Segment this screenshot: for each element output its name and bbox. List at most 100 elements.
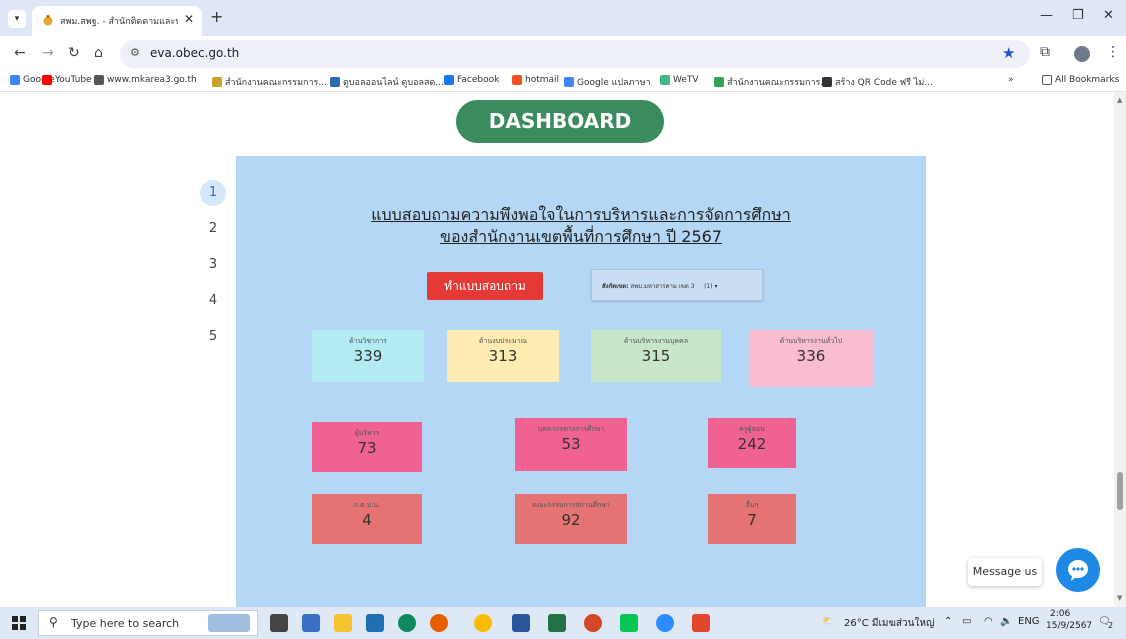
bookmark-favicon-icon — [330, 77, 340, 87]
input-language[interactable]: ENG — [1018, 616, 1040, 627]
windows-start-icon[interactable] — [12, 616, 26, 630]
messenger-chat-button[interactable] — [1056, 548, 1100, 592]
card-label: อื่นๆ — [745, 501, 759, 509]
forward-icon[interactable]: → — [42, 45, 54, 61]
card-value: 73 — [357, 439, 377, 457]
message-us-label[interactable]: Message us — [968, 558, 1042, 586]
bookmark-label: www.mkarea3.go.th — [107, 75, 197, 85]
bookmark-item[interactable]: WeTV — [660, 75, 699, 85]
clock-time[interactable]: 2:06 — [1050, 609, 1070, 619]
dashboard-button[interactable]: DASHBOARD — [456, 100, 664, 143]
card-label: ครูผู้สอน — [739, 425, 765, 433]
bookmark-label: Facebook — [457, 75, 500, 85]
tab-list-button[interactable]: ▾ — [8, 10, 26, 28]
home-icon[interactable]: ⌂ — [94, 45, 103, 61]
scroll-up-icon[interactable]: ▲ — [1117, 96, 1122, 104]
wifi-icon[interactable]: ◠ — [984, 616, 993, 627]
reload-icon[interactable]: ↻ — [68, 45, 80, 61]
page-content: DASHBOARD 1 2 3 4 5 แบบสอบถามความพึงพอใจ… — [0, 92, 1126, 607]
area-select-value: สพม.มหาสารคาม เขต 3 — [630, 283, 695, 290]
bookmark-favicon-icon — [10, 75, 20, 85]
step-2[interactable]: 2 — [200, 216, 226, 242]
bookmark-favicon-icon — [714, 77, 724, 87]
step-3[interactable]: 3 — [200, 252, 226, 278]
scroll-thumb[interactable] — [1117, 472, 1123, 510]
bookmark-item[interactable]: YouTube — [42, 75, 92, 85]
zoom-icon[interactable] — [656, 614, 674, 632]
line-icon[interactable] — [620, 614, 638, 632]
bookmark-label: สำนักงานคณะกรรมการ... — [727, 78, 829, 88]
bookmark-item[interactable]: Google แปลภาษา — [564, 75, 651, 89]
bookmark-item[interactable]: Facebook — [444, 75, 499, 85]
bookmark-item[interactable]: สร้าง QR Code ฟรี ไม่... — [822, 75, 933, 89]
chrome-icon[interactable] — [474, 614, 492, 632]
card-value: 7 — [747, 511, 757, 529]
menu-icon[interactable]: ⋮ — [1106, 44, 1120, 60]
bookmark-item[interactable]: hotmail — [512, 75, 559, 85]
widgets-icon[interactable] — [302, 614, 320, 632]
clock-date[interactable]: 15/9/2567 — [1046, 621, 1092, 631]
taskbar-search-placeholder: Type here to search — [71, 617, 180, 630]
step-1[interactable]: 1 — [200, 180, 226, 206]
tab-title: สพม.สพฐ. - สำนักติดตามและประเมิน — [60, 17, 178, 27]
minimize-icon[interactable]: — — [1040, 8, 1053, 23]
tab-close-icon[interactable]: ✕ — [184, 12, 194, 26]
site-favicon-icon — [43, 15, 53, 26]
scroll-down-icon[interactable]: ▼ — [1117, 594, 1122, 602]
firefox-icon[interactable] — [430, 614, 448, 632]
windows-taskbar: ⚲ Type here to search ⛅ 26°C มีเมฆส่วนให… — [0, 607, 1126, 639]
bookmark-item[interactable]: ดูบอลออนไลน์ ดูบอลสด... — [330, 75, 444, 89]
bookmark-favicon-icon — [212, 77, 222, 87]
bookmark-star-icon[interactable]: ★ — [1002, 44, 1015, 62]
site-info-icon[interactable]: ⚙ — [130, 46, 140, 59]
survey-title-line1: แบบสอบถามความพึงพอใจในการบริหารและการจัด… — [371, 205, 791, 224]
bookmark-favicon-icon — [444, 75, 454, 85]
area-select[interactable]: สังกัดเขต: สพม.มหาสารคาม เขต 3 (1) ▾ — [591, 269, 763, 301]
messenger-icon — [1068, 560, 1088, 581]
extensions-icon[interactable]: ⧉ — [1040, 44, 1050, 60]
mail-icon[interactable] — [366, 614, 384, 632]
search-highlight-image — [208, 614, 250, 632]
step-5[interactable]: 5 — [200, 324, 226, 350]
bookmark-favicon-icon — [512, 75, 522, 85]
bookmark-label: hotmail — [525, 75, 560, 85]
back-icon[interactable]: ← — [14, 45, 26, 61]
card-value: 53 — [561, 435, 581, 453]
bookmarks-overflow[interactable]: » — [1008, 75, 1014, 85]
address-bar[interactable]: ⚙ eva.obec.go.th — [120, 40, 1030, 68]
tray-chevron-icon[interactable]: ⌃ — [944, 616, 952, 627]
edge-icon[interactable] — [398, 614, 416, 632]
excel-icon[interactable] — [548, 614, 566, 632]
card-academic: ด้านวิชาการ 339 — [312, 330, 424, 382]
bookmark-item[interactable]: สำนักงานคณะกรรมการ... — [714, 75, 829, 89]
card-label: ผู้บริหาร — [354, 429, 380, 437]
app-icon[interactable] — [692, 614, 710, 632]
do-survey-button[interactable]: ทำแบบสอบถาม — [427, 272, 543, 300]
card-label: บุคลากรทางการศึกษา — [537, 425, 605, 433]
bookmark-item[interactable]: สำนักงานคณะกรรมการ... — [212, 75, 327, 89]
volume-icon[interactable]: 🔈 — [1000, 616, 1012, 627]
card-others: อื่นๆ 7 — [708, 494, 796, 544]
word-icon[interactable] — [512, 614, 530, 632]
bookmark-favicon-icon — [94, 75, 104, 85]
card-general-admin: ด้านบริหารงานทั่วไป 336 — [749, 330, 873, 387]
task-view-icon[interactable] — [270, 614, 288, 632]
powerpoint-icon[interactable] — [584, 614, 602, 632]
new-tab-icon[interactable]: + — [210, 7, 223, 26]
all-bookmarks-label: All Bookmarks — [1055, 75, 1120, 85]
network-icon[interactable]: ▭ — [962, 616, 971, 627]
file-explorer-icon[interactable] — [334, 614, 352, 632]
bookmark-label: YouTube — [55, 75, 92, 85]
step-4[interactable]: 4 — [200, 288, 226, 314]
bookmark-favicon-icon — [42, 75, 52, 85]
bookmark-item[interactable]: www.mkarea3.go.th — [94, 75, 197, 85]
page-scrollbar[interactable]: ▲ ▼ — [1114, 92, 1126, 607]
weather-icon[interactable]: ⛅ — [822, 616, 834, 627]
profile-avatar[interactable] — [1074, 46, 1090, 62]
all-bookmarks-link[interactable]: All Bookmarks — [1042, 75, 1119, 85]
bookmark-label: Google แปลภาษา — [577, 78, 651, 88]
close-window-icon[interactable]: ✕ — [1103, 8, 1114, 23]
browser-tab[interactable]: สพม.สพฐ. - สำนักติดตามและประเมิน ✕ — [32, 6, 202, 36]
maximize-icon[interactable]: ❐ — [1072, 8, 1084, 23]
weather-text[interactable]: 26°C มีเมฆส่วนใหญ่ — [844, 616, 934, 631]
